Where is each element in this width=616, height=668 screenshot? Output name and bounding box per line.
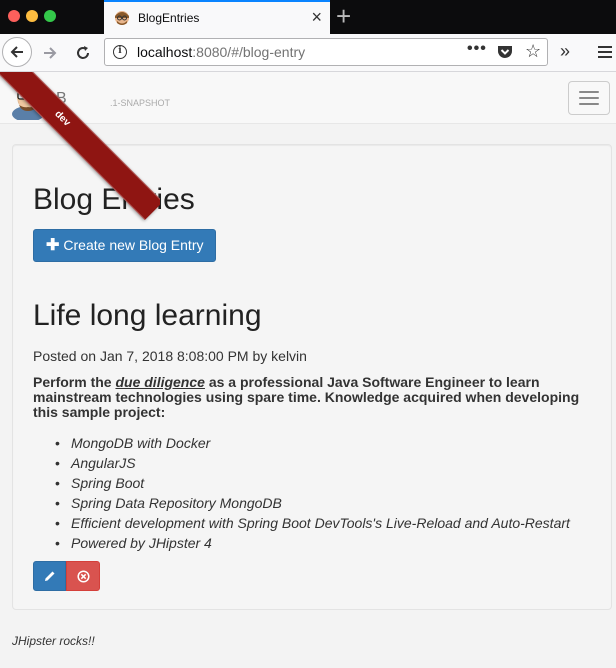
- plus-icon: ✚: [46, 237, 60, 254]
- entry-bullet-list: MongoDB with Docker AngularJS Spring Boo…: [55, 433, 570, 553]
- hamburger-bar-icon: [579, 97, 599, 99]
- pocket-icon[interactable]: [497, 45, 513, 60]
- site-info-icon[interactable]: i: [113, 45, 127, 59]
- browser-tab[interactable]: BlogEntries ×: [104, 0, 330, 34]
- close-window-button[interactable]: [8, 10, 20, 22]
- pencil-icon: [45, 571, 55, 581]
- hamburger-bar-icon: [579, 91, 599, 93]
- list-item: Spring Boot: [55, 473, 570, 493]
- forward-arrow-icon: [44, 47, 57, 59]
- hamburger-bar-icon: [579, 103, 599, 105]
- list-item: AngularJS: [55, 453, 570, 473]
- url-text[interactable]: localhost:8080/#/blog-entry: [137, 44, 305, 60]
- delete-entry-button[interactable]: [66, 561, 100, 591]
- address-bar[interactable]: i localhost:8080/#/blog-entry ••• ☆: [104, 38, 548, 66]
- navbar-toggle-button[interactable]: [568, 81, 610, 115]
- browser-toolbar: i localhost:8080/#/blog-entry ••• ☆ »: [0, 34, 616, 72]
- forward-button[interactable]: [38, 39, 62, 67]
- bookmark-star-icon[interactable]: ☆: [525, 41, 541, 62]
- entry-posted-info: Posted on Jan 7, 2018 8:08:00 PM by kelv…: [33, 348, 307, 364]
- back-button[interactable]: [2, 37, 32, 67]
- list-item: Efficient development with Spring Boot D…: [55, 513, 570, 533]
- reload-button[interactable]: [72, 39, 94, 67]
- create-button-label: Create new Blog Entry: [63, 237, 204, 253]
- new-tab-icon[interactable]: +: [336, 2, 351, 30]
- list-item: MongoDB with Docker: [55, 433, 570, 453]
- browser-menu-icon[interactable]: [598, 46, 612, 61]
- url-host: localhost: [137, 44, 193, 60]
- url-path: :8080/#/blog-entry: [192, 44, 306, 60]
- summary-emphasis: due diligence: [115, 374, 205, 390]
- reload-icon: [77, 46, 89, 59]
- zoom-window-button[interactable]: [44, 10, 56, 22]
- back-arrow-icon: [10, 46, 23, 58]
- list-item: Powered by JHipster 4: [55, 533, 570, 553]
- minimize-window-button[interactable]: [26, 10, 38, 22]
- list-item: Spring Data Repository MongoDB: [55, 493, 570, 513]
- entry-title[interactable]: Life long learning: [33, 299, 262, 333]
- ribbon-label: dev: [0, 72, 160, 221]
- remove-circle-icon: [77, 570, 90, 583]
- tab-title: BlogEntries: [138, 11, 200, 25]
- dev-ribbon: dev: [0, 72, 160, 232]
- summary-before: Perform the: [33, 374, 116, 390]
- footer-text: JHipster rocks!!: [12, 634, 95, 648]
- create-blog-entry-button[interactable]: ✚ Create new Blog Entry: [33, 229, 217, 262]
- entry-summary: Perform the due diligence as a professio…: [33, 375, 603, 420]
- jhipster-favicon-icon: [115, 11, 129, 25]
- page-actions-icon[interactable]: •••: [467, 40, 487, 58]
- tab-close-icon[interactable]: ×: [311, 8, 322, 26]
- overflow-chevron-icon[interactable]: »: [560, 42, 570, 60]
- browser-titlebar: BlogEntries × +: [0, 0, 616, 34]
- edit-entry-button[interactable]: [33, 561, 66, 591]
